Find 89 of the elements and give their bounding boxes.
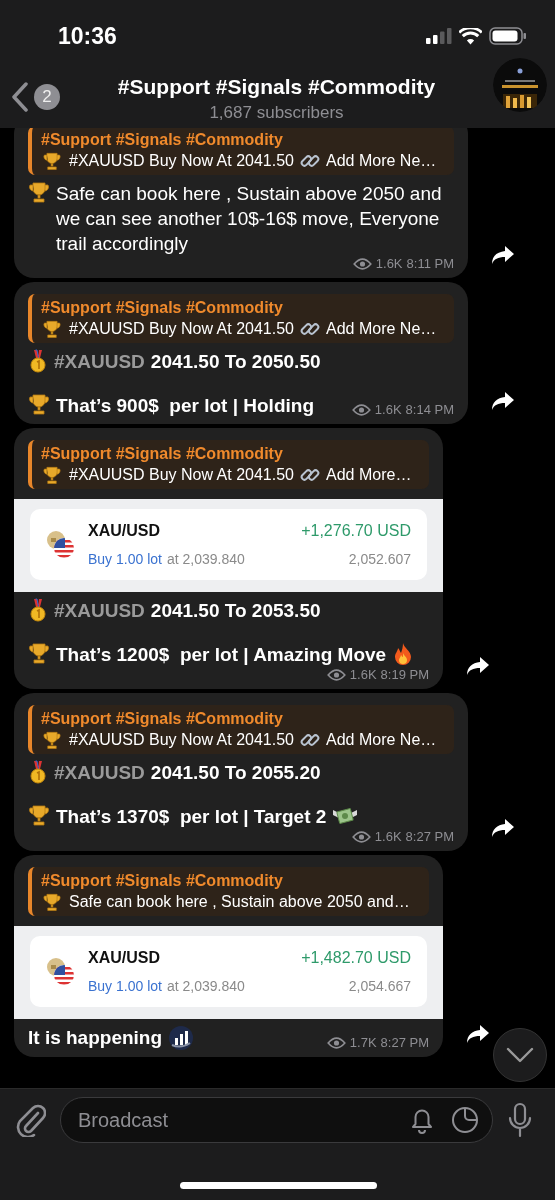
reply-text: #XAUUSD Buy Now At 2041.50 — [69, 151, 294, 171]
reply-text: Add More Ne… — [326, 730, 437, 750]
trade-order: Buy 1.00 lot — [88, 550, 162, 569]
reply-text: #XAUUSD Buy Now At 2041.50 — [69, 730, 294, 750]
message-text: That’s 900$ per lot | Holding — [56, 394, 314, 418]
medal-icon — [28, 760, 48, 784]
trade-open-price: at 2,039.840 — [166, 977, 245, 996]
trade-profit: +1,276.70 USD — [301, 521, 411, 541]
currency-pair-icon — [46, 529, 76, 560]
chevron-down-icon — [506, 1047, 534, 1063]
reply-author: #Support #Signals #Commodity — [41, 871, 284, 891]
currency-pair-icon — [46, 956, 76, 987]
battery-icon — [489, 27, 527, 45]
reply-author: #Support #Signals #Commodity — [41, 130, 284, 150]
share-button[interactable] — [490, 244, 516, 266]
reply-quote[interactable]: #Support #Signals #Commodity #XAUUSD Buy Now At 2041.50 Add More Ne… — [28, 128, 454, 175]
trade-current-price: 2,052.607 — [348, 550, 411, 569]
sticker-icon[interactable] — [451, 1106, 479, 1134]
message-time: 8:14 PM — [405, 402, 454, 418]
message-field[interactable]: Broadcast — [60, 1097, 493, 1143]
message-text: That’s 1370$ per lot | Target 2 — [56, 805, 327, 829]
eye-icon — [326, 1037, 346, 1049]
trophy-icon — [42, 730, 62, 750]
message-text: 2041.50 To 2055.20 — [150, 761, 321, 785]
trade-current-price: 2,054.667 — [348, 977, 411, 996]
reply-text: Add More Ne… — [326, 319, 437, 339]
message-text: 2041.50 To 2050.50 — [150, 350, 321, 374]
reply-quote[interactable]: #Support #Signals #Commodity Safe can book here , Sustain above 2050 and… — [28, 867, 429, 916]
chevron-left-icon — [10, 82, 30, 112]
message-time: 8:11 PM — [406, 256, 454, 272]
unread-badge: 2 — [34, 84, 60, 110]
reply-author: #Support #Signals #Commodity — [41, 709, 284, 729]
reply-author: #Support #Signals #Commodity — [41, 444, 284, 464]
trophy-icon — [28, 181, 50, 203]
paperclip-icon[interactable] — [14, 1103, 46, 1137]
reply-quote[interactable]: #Support #Signals #Commodity #XAUUSD Buy Now At 2041.50 Add More… — [28, 440, 429, 489]
eye-icon — [351, 404, 371, 416]
view-count: 1.6K — [374, 402, 402, 418]
hashtag-link[interactable]: #XAUUSD — [54, 598, 145, 623]
reply-text: Add More Ne… — [326, 151, 437, 171]
message-time: 8:27 PM — [380, 1035, 429, 1051]
message-text: 2041.50 To 2053.50 — [150, 599, 321, 623]
eye-icon — [351, 831, 371, 843]
trophy-icon — [28, 393, 50, 415]
share-button[interactable] — [490, 817, 516, 839]
message-time: 8:19 PM — [380, 667, 429, 683]
channel-title[interactable]: #Support #Signals #Commodity — [117, 72, 436, 102]
trophy-icon — [42, 319, 62, 339]
trophy-icon — [42, 465, 62, 485]
medal-icon — [28, 598, 48, 622]
view-count: 1.6K — [349, 667, 377, 683]
subscriber-count: 1,687 subscribers — [209, 102, 344, 124]
message-time: 8:27 PM — [405, 829, 454, 845]
microphone-icon[interactable] — [507, 1102, 533, 1138]
trade-order: Buy 1.00 lot — [88, 977, 162, 996]
share-button[interactable] — [490, 390, 516, 412]
trophy-icon — [42, 151, 62, 171]
message-text: It is happening — [28, 1026, 163, 1050]
trade-symbol: XAU/USD — [88, 521, 160, 541]
hashtag-link[interactable]: #XAUUSD — [54, 349, 145, 374]
signal-icon — [426, 28, 452, 44]
reply-text: #XAUUSD Buy Now At 2041.50 — [69, 465, 294, 485]
share-button[interactable] — [465, 1023, 491, 1045]
view-count: 1.7K — [349, 1035, 377, 1051]
hashtag-link[interactable]: #XAUUSD — [54, 760, 145, 785]
trade-open-price: at 2,039.840 — [166, 550, 245, 569]
message-text: Safe can book here , Sustain above 2050 and we can see another 10$-16$ move, Everyone trail accordingly — [56, 182, 443, 256]
wifi-icon — [459, 27, 482, 45]
trade-profit: +1,482.70 USD — [301, 948, 411, 968]
medal-icon — [28, 349, 48, 373]
trade-symbol: XAU/USD — [88, 948, 160, 968]
eye-icon — [326, 669, 346, 681]
chart-icon — [168, 1025, 195, 1051]
reply-quote[interactable]: #Support #Signals #Commodity #XAUUSD Buy Now At 2041.50 Add More Ne… — [28, 294, 454, 343]
share-button[interactable] — [465, 655, 491, 677]
trophy-icon — [28, 804, 50, 826]
reply-text: #XAUUSD Buy Now At 2041.50 — [69, 319, 294, 339]
eye-icon — [352, 258, 372, 270]
reply-text: Add More… — [326, 465, 412, 485]
view-count: 1.6K — [375, 256, 403, 272]
reply-author: #Support #Signals #Commodity — [41, 298, 284, 318]
reply-text: Safe can book here , Sustain above 2050 and… — [69, 892, 410, 912]
status-time: 10:36 — [58, 21, 117, 51]
reply-quote[interactable]: #Support #Signals #Commodity #XAUUSD Buy Now At 2041.50 Add More Ne… — [28, 705, 454, 754]
trophy-icon — [42, 892, 62, 912]
view-count: 1.6K — [374, 829, 402, 845]
trophy-icon — [28, 642, 50, 664]
scroll-down-button[interactable] — [493, 1028, 547, 1082]
message-text: That’s 1200$ per lot | Amazing Move — [56, 643, 387, 667]
